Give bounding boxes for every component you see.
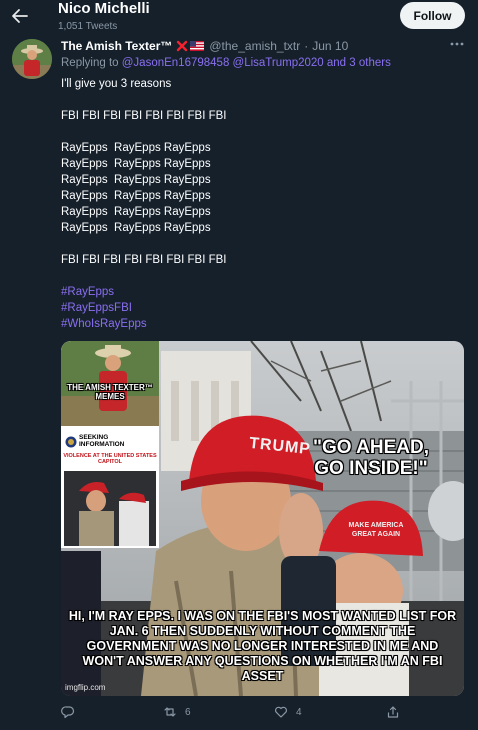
retweet-icon (164, 707, 176, 717)
reply-icon (61, 706, 75, 719)
hashtag-link[interactable]: #RayEppsFBI (61, 300, 461, 316)
tweet-line (61, 124, 461, 140)
share-icon (387, 706, 399, 718)
profile-name: Nico Michelli (58, 0, 150, 17)
meme-caption: HI, I'M RAY EPPS. I WAS ON THE FBI'S MOS… (68, 609, 457, 683)
inset-meme-label: THE AMISH TEXTER™ MEMES (67, 383, 153, 401)
inset-panel: THE AMISH TEXTER™ MEMES SEEKING INFORMAT… (61, 341, 159, 548)
seeking-header: SEEKING INFORMATION (61, 431, 159, 453)
retweet-button[interactable]: 6 (163, 705, 191, 719)
tweet-count: 1,051 Tweets (58, 21, 118, 32)
reply-button[interactable] (61, 705, 83, 719)
tweet-media-image[interactable]: TRUMP MAKE AMERICA GREAT AGAIN THE AMISH… (61, 341, 464, 696)
author-handle[interactable]: @the_amish_txtr (209, 39, 300, 53)
tweet-line: I'll give you 3 reasons (61, 78, 172, 90)
tweet-date[interactable]: Jun 10 (312, 39, 348, 53)
tweet-line: RayEpps RayEpps RayEpps (61, 174, 211, 186)
tweet-author-row: The Amish Texter™ @the_amish_txtr · Jun … (61, 38, 348, 54)
meme-quote: "GO AHEAD, GO INSIDE!" (313, 437, 429, 479)
tweet-line: RayEpps RayEpps RayEpps (61, 158, 211, 170)
hashtag-link[interactable]: #WhoIsRayEpps (61, 316, 461, 332)
tweet-text: I'll give you 3 reasons FBI FBI FBI FBI … (61, 76, 461, 332)
replying-users-link[interactable]: @JasonEn16798458 @LisaTrump2020 and 3 ot… (122, 57, 391, 69)
profile-header: Nico Michelli 1,051 Tweets Follow (0, 0, 478, 34)
seeking-subtitle: VIOLENCE AT THE UNITED STATES CAPITOL (63, 453, 157, 465)
author-name[interactable]: The Amish Texter™ (61, 39, 172, 53)
more-options-icon[interactable] (448, 38, 466, 50)
tweet-line: RayEpps RayEpps RayEpps (61, 222, 211, 234)
seeking-title: SEEKING INFORMATION (79, 434, 125, 448)
tweet-line: RayEpps RayEpps RayEpps (61, 206, 211, 218)
imgflip-watermark: imgflip.com (65, 683, 106, 692)
tweet-line (61, 268, 461, 284)
heart-icon (275, 706, 287, 718)
share-button[interactable] (386, 705, 400, 719)
tweet-line (61, 92, 461, 108)
hat-maga-text: MAKE AMERICA GREAT AGAIN (348, 522, 404, 538)
avatar[interactable] (12, 39, 52, 79)
us-flag-icon (190, 41, 205, 51)
back-arrow-icon[interactable] (10, 6, 30, 26)
seeking-photo (64, 471, 156, 546)
like-count: 4 (296, 706, 302, 718)
dot-separator: · (304, 39, 309, 53)
tweet-actions: 6 4 (61, 705, 421, 723)
replying-to: Replying to @JasonEn16798458 @LisaTrump2… (61, 57, 391, 69)
retweet-count: 6 (185, 706, 191, 718)
tweet-line (61, 236, 461, 252)
tweet-line: RayEpps RayEpps RayEpps (61, 142, 211, 154)
tweet-line: FBI FBI FBI FBI FBI FBI FBI FBI (61, 110, 227, 122)
like-button[interactable]: 4 (274, 705, 302, 719)
hashtag-link[interactable]: #RayEpps (61, 284, 461, 300)
tweet-line: FBI FBI FBI FBI FBI FBI FBI FBI (61, 254, 227, 266)
replying-prefix: Replying to (61, 57, 119, 69)
tweet-line: RayEpps RayEpps RayEpps (61, 190, 211, 202)
follow-button[interactable]: Follow (400, 2, 465, 29)
red-x-icon (177, 40, 188, 52)
fbi-seal-icon (65, 436, 77, 448)
